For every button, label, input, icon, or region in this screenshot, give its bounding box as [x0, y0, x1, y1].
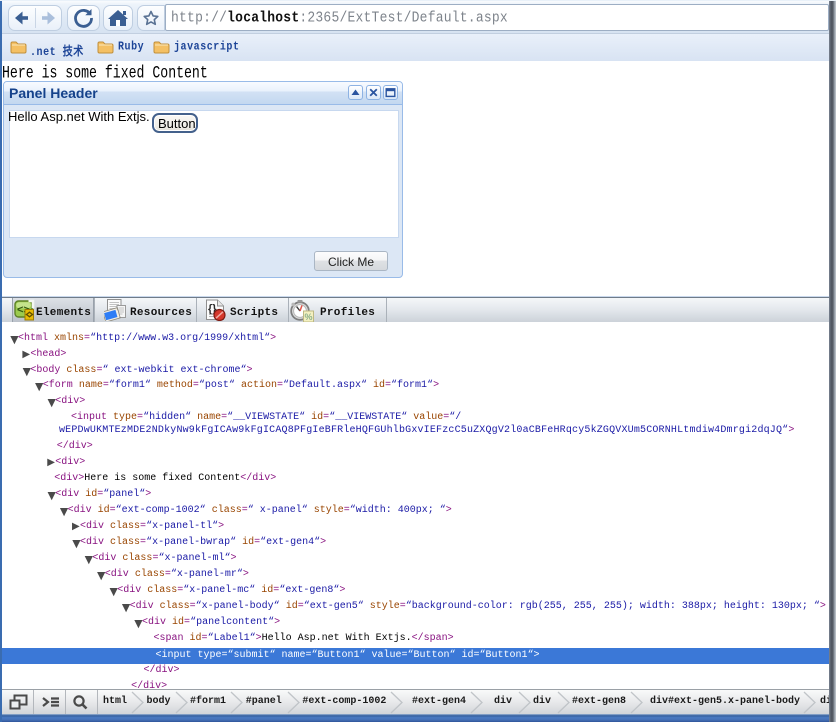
svg-text:%: %	[305, 312, 313, 322]
